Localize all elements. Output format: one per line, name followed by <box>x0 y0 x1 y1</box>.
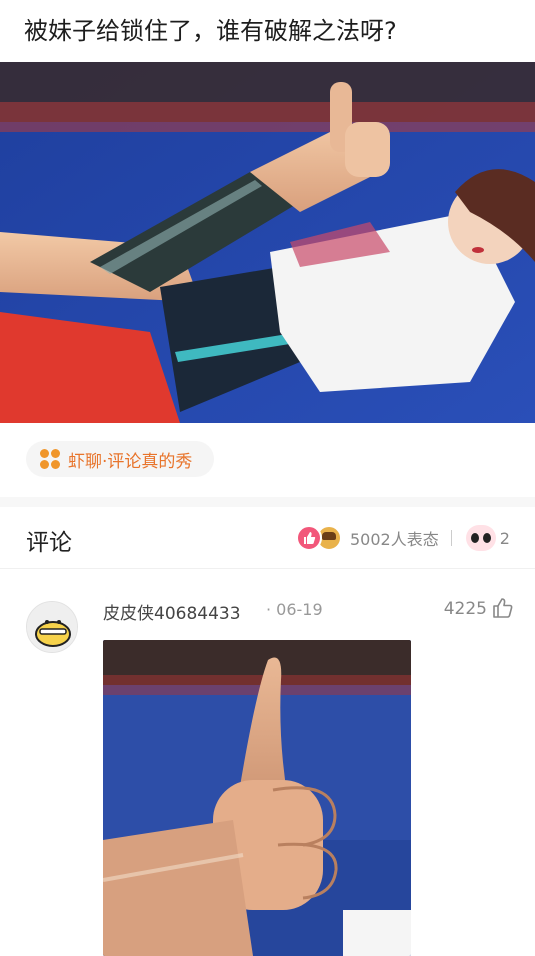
clover-icon <box>40 449 60 469</box>
thumbs-up-reaction-icon <box>296 525 322 551</box>
comments-header: 评论 5002人表态 2 <box>0 507 535 569</box>
reaction-count: 5002人表态 <box>350 530 439 549</box>
comment-date: · 06-19 <box>266 600 323 619</box>
reaction-summary[interactable]: 5002人表态 2 <box>296 523 510 553</box>
reaction-divider <box>450 530 452 546</box>
avatar[interactable] <box>26 601 78 653</box>
post-image[interactable] <box>0 62 535 423</box>
topic-tag[interactable]: 虾聊·评论真的秀 <box>26 441 215 477</box>
post-photo <box>0 62 535 423</box>
comment-item: 皮皮侠40684433 · 06-19 4225 <box>0 585 535 956</box>
thumbs-up-outline-icon[interactable] <box>491 596 515 620</box>
reaction-overflow-count: 2 <box>499 528 510 548</box>
comment-image[interactable] <box>103 640 411 956</box>
topic-label: 虾聊·评论真的秀 <box>68 451 193 472</box>
comment-author[interactable]: 皮皮侠40684433 <box>103 599 241 624</box>
section-divider <box>0 497 535 507</box>
thumbs-up-photo <box>103 640 411 956</box>
avatar-face-icon <box>27 602 77 652</box>
comments-title: 评论 <box>26 530 72 556</box>
post-title: 被妹子给锁住了，谁有破解之法呀? <box>24 17 397 45</box>
comment-like-count: 4225 <box>443 599 487 619</box>
eyes-reaction-icon[interactable] <box>465 525 496 551</box>
